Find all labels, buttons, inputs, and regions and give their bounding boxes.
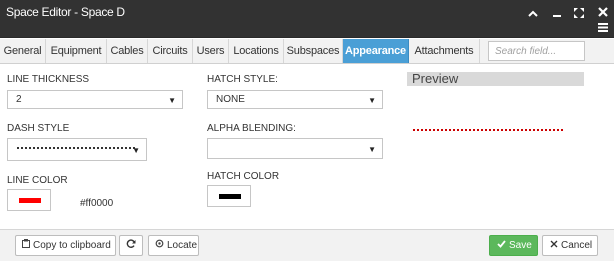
hatch-color-swatch[interactable] bbox=[207, 185, 251, 207]
dash-style-label: DASH STYLE bbox=[7, 123, 70, 134]
search-input[interactable] bbox=[488, 41, 585, 61]
save-label: Save bbox=[509, 240, 532, 251]
title-bar: Space Editor - Space D bbox=[0, 0, 614, 38]
tab-circuits[interactable]: Circuits bbox=[148, 39, 193, 63]
dash-style-select[interactable]: ▼ bbox=[7, 138, 147, 161]
cancel-button[interactable]: Cancel bbox=[542, 235, 598, 256]
line-color-label: LINE COLOR bbox=[7, 175, 68, 186]
tab-bar: General Equipment Cables Circuits Users … bbox=[0, 39, 614, 64]
preview-title: Preview bbox=[412, 71, 459, 86]
check-icon bbox=[497, 236, 506, 255]
close-icon[interactable] bbox=[597, 7, 609, 20]
hatch-style-label: HATCH STYLE: bbox=[207, 74, 278, 85]
expand-icon[interactable] bbox=[573, 8, 585, 21]
locate-button[interactable]: Locate bbox=[148, 235, 199, 256]
tab-users[interactable]: Users bbox=[193, 39, 229, 63]
line-thickness-value: 2 bbox=[16, 94, 22, 105]
hatch-style-value: NONE bbox=[216, 94, 245, 105]
line-color-hex: #ff0000 bbox=[80, 198, 114, 209]
hatch-color-bar bbox=[219, 194, 241, 199]
line-color-swatch[interactable] bbox=[7, 189, 51, 211]
clipboard-icon bbox=[22, 236, 30, 255]
tab-general[interactable]: General bbox=[0, 39, 46, 63]
tab-equipment[interactable]: Equipment bbox=[46, 39, 107, 63]
alpha-blending-label: ALPHA BLENDING: bbox=[207, 123, 296, 134]
caret-down-icon: ▼ bbox=[132, 146, 140, 155]
save-button[interactable]: Save bbox=[489, 235, 538, 256]
alpha-blending-select[interactable]: ▼ bbox=[207, 138, 383, 159]
dash-style-sample bbox=[17, 147, 135, 149]
preview-header: Preview bbox=[407, 72, 584, 86]
tab-attachments[interactable]: Attachments bbox=[409, 39, 480, 63]
caret-down-icon: ▼ bbox=[168, 96, 176, 105]
window-title: Space Editor - Space D bbox=[6, 5, 125, 19]
refresh-button[interactable] bbox=[119, 235, 143, 256]
close-icon bbox=[550, 236, 558, 255]
minus-icon[interactable] bbox=[551, 9, 563, 21]
line-thickness-select[interactable]: 2 ▼ bbox=[7, 90, 183, 109]
hatch-style-select[interactable]: NONE ▼ bbox=[207, 90, 383, 109]
tab-appearance[interactable]: Appearance bbox=[343, 39, 409, 63]
locate-label: Locate bbox=[167, 240, 198, 251]
footer-bar: Copy to clipboard Locate Save Cancel bbox=[0, 229, 614, 261]
line-thickness-label: LINE THICKNESS bbox=[7, 74, 90, 85]
caret-down-icon: ▼ bbox=[368, 145, 376, 154]
tab-cables[interactable]: Cables bbox=[107, 39, 148, 63]
caret-down-icon: ▼ bbox=[368, 96, 376, 105]
locate-icon bbox=[155, 236, 164, 255]
copy-to-clipboard-button[interactable]: Copy to clipboard bbox=[15, 235, 116, 256]
menu-icon[interactable] bbox=[597, 23, 609, 35]
cancel-label: Cancel bbox=[561, 240, 593, 251]
copy-to-clipboard-label: Copy to clipboard bbox=[33, 240, 111, 251]
tab-subspaces[interactable]: Subspaces bbox=[284, 39, 343, 63]
refresh-icon bbox=[126, 239, 136, 251]
chevron-up-icon[interactable] bbox=[527, 9, 539, 21]
hatch-color-label: HATCH COLOR bbox=[207, 171, 280, 182]
preview-line-sample bbox=[413, 129, 563, 131]
tab-locations[interactable]: Locations bbox=[229, 39, 284, 63]
line-color-bar bbox=[19, 198, 41, 203]
